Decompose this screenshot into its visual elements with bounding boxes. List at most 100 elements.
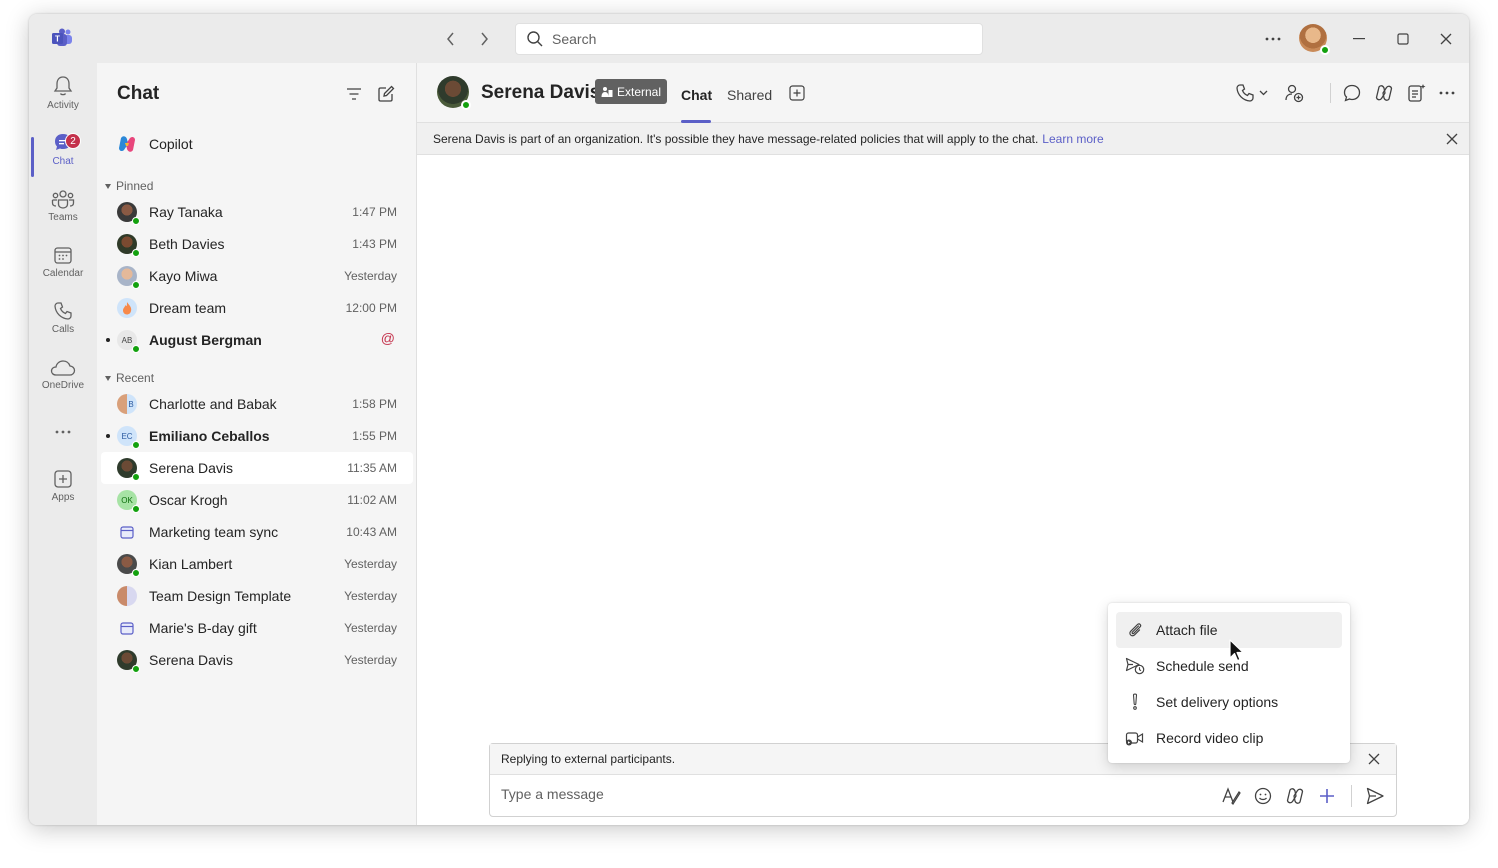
- chat-item-beth-davies[interactable]: Beth Davies 1:43 PM: [101, 228, 413, 260]
- recent-section-header[interactable]: Recent: [105, 371, 154, 385]
- presence-available-icon: [132, 473, 140, 481]
- chat-name: Serena Davis: [149, 652, 234, 668]
- pinned-section-header[interactable]: Pinned: [105, 179, 153, 193]
- rail-item-onedrive[interactable]: OneDrive: [29, 351, 97, 403]
- mouse-cursor-icon: [1229, 639, 1244, 662]
- avatar-initials: AB: [121, 335, 133, 345]
- rail-item-teams[interactable]: Teams: [29, 183, 97, 235]
- rail-label: Teams: [48, 212, 78, 223]
- presence-available-icon: [132, 665, 140, 673]
- close-icon: [1446, 133, 1458, 145]
- rail-label: Calendar: [42, 268, 84, 279]
- notes-button[interactable]: [1405, 81, 1427, 105]
- rail-item-activity[interactable]: Activity: [29, 71, 97, 123]
- send-button[interactable]: [1364, 785, 1386, 807]
- presence-available-icon: [461, 100, 471, 110]
- chat-item-august-bergman[interactable]: AB August Bergman @: [101, 324, 413, 356]
- chat-item-kayo-miwa[interactable]: Kayo Miwa Yesterday: [101, 260, 413, 292]
- conversation-header: Serena Davis External Chat Shared: [417, 63, 1469, 123]
- chat-item-ray-tanaka[interactable]: Ray Tanaka 1:47 PM: [101, 196, 413, 228]
- chat-item-oscar-krogh[interactable]: OK Oscar Krogh 11:02 AM: [101, 484, 413, 516]
- chat-item-maries-bday-gift[interactable]: Marie's B-day gift Yesterday: [101, 612, 413, 644]
- contact-avatar[interactable]: [437, 76, 471, 110]
- mention-icon: @: [380, 330, 395, 346]
- chat-name: Kian Lambert: [149, 556, 233, 572]
- presence-available-icon: [132, 249, 140, 257]
- chat-time: 11:02 AM: [347, 493, 397, 507]
- chat-item-marketing-team-sync[interactable]: Marketing team sync 10:43 AM: [101, 516, 413, 548]
- search-box[interactable]: [515, 23, 983, 55]
- copilot-icon: [1286, 788, 1304, 804]
- banner-close-button[interactable]: [1443, 130, 1461, 148]
- external-org-banner: Serena Davis is part of an organization.…: [417, 123, 1469, 155]
- menu-item-set-delivery-options[interactable]: Set delivery options: [1116, 684, 1342, 720]
- user-avatar[interactable]: [1299, 24, 1330, 55]
- more-options-button[interactable]: [1260, 26, 1286, 52]
- presence-available-icon: [132, 441, 140, 449]
- chat-item-serena-davis[interactable]: Serena Davis Yesterday: [101, 644, 413, 676]
- minimize-button[interactable]: [1346, 26, 1372, 52]
- add-tab-button[interactable]: [787, 81, 807, 105]
- copilot-button[interactable]: [1373, 81, 1395, 105]
- more-apps-button[interactable]: [29, 409, 97, 443]
- tab-chat[interactable]: Chat: [681, 87, 712, 103]
- rail-item-chat[interactable]: 2 Chat: [29, 127, 97, 179]
- external-badge-label: External: [617, 84, 662, 99]
- message-input[interactable]: [501, 786, 1201, 802]
- filter-icon[interactable]: [343, 83, 365, 105]
- actions-and-apps-button[interactable]: [1316, 785, 1338, 807]
- chat-time: Yesterday: [344, 621, 397, 635]
- chat-bubble-button[interactable]: [1341, 81, 1363, 105]
- chat-item-emiliano-ceballos[interactable]: EC Emiliano Ceballos 1:55 PM: [101, 420, 413, 452]
- add-people-button[interactable]: [1283, 81, 1305, 105]
- chat-name: Dream team: [149, 300, 227, 316]
- chat-time: 11:35 AM: [347, 461, 397, 475]
- chat-name: Marketing team sync: [149, 524, 279, 540]
- new-chat-icon[interactable]: [375, 83, 397, 105]
- app-rail: Activity 2 Chat Teams Calendar Calls One…: [29, 63, 97, 825]
- add-people-icon: [1285, 84, 1304, 103]
- caret-down-icon: [105, 183, 111, 189]
- chat-name: Beth Davies: [149, 236, 225, 252]
- chat-item-serena-davis-selected[interactable]: Serena Davis 11:35 AM: [101, 452, 413, 484]
- emoji-icon: [1254, 787, 1272, 805]
- phone-icon: [53, 295, 73, 321]
- search-input[interactable]: [552, 31, 952, 47]
- emoji-button[interactable]: [1252, 785, 1274, 807]
- chat-name: Oscar Krogh: [149, 492, 228, 508]
- forward-arrow-icon[interactable]: [473, 28, 495, 50]
- copilot-icon: [1375, 85, 1393, 101]
- phone-dropdown-icon: [1236, 84, 1268, 102]
- chat-item-kian-lambert[interactable]: Kian Lambert Yesterday: [101, 548, 413, 580]
- send-icon: [1366, 787, 1384, 805]
- more-icon: [54, 409, 72, 435]
- chat-item-dream-team[interactable]: Dream team 12:00 PM: [101, 292, 413, 324]
- tab-shared[interactable]: Shared: [727, 87, 772, 103]
- back-arrow-icon[interactable]: [440, 28, 462, 50]
- rail-item-calls[interactable]: Calls: [29, 295, 97, 347]
- more-actions-button[interactable]: [1437, 81, 1457, 105]
- maximize-button[interactable]: [1390, 26, 1416, 52]
- copilot-compose-button[interactable]: [1284, 785, 1306, 807]
- avatar: [117, 202, 140, 225]
- chat-item-charlotte-and-babak[interactable]: B Charlotte and Babak 1:58 PM: [101, 388, 413, 420]
- rail-label: Calls: [51, 324, 75, 335]
- reply-notice-close-button[interactable]: [1366, 751, 1382, 767]
- chat-time: 1:55 PM: [352, 429, 397, 443]
- cloud-icon: [50, 351, 76, 377]
- format-button[interactable]: [1220, 785, 1242, 807]
- chat-time: 1:58 PM: [352, 397, 397, 411]
- menu-item-record-video-clip[interactable]: Record video clip: [1116, 720, 1342, 756]
- learn-more-link[interactable]: Learn more: [1042, 132, 1103, 146]
- rail-item-calendar[interactable]: Calendar: [29, 239, 97, 291]
- chat-list-pane: Chat Copilot Pinned Ray Tanaka 1:47 PM B…: [97, 63, 417, 825]
- rail-item-apps[interactable]: Apps: [29, 463, 97, 515]
- format-text-icon: [1222, 787, 1241, 805]
- close-window-button[interactable]: [1433, 26, 1459, 52]
- call-button[interactable]: [1235, 81, 1271, 105]
- chat-item-team-design-template[interactable]: Team Design Template Yesterday: [101, 580, 413, 612]
- external-org-icon: [601, 86, 613, 97]
- copilot-item[interactable]: Copilot: [101, 128, 413, 160]
- chat-name: Team Design Template: [149, 588, 292, 604]
- rail-label: Activity: [47, 100, 79, 111]
